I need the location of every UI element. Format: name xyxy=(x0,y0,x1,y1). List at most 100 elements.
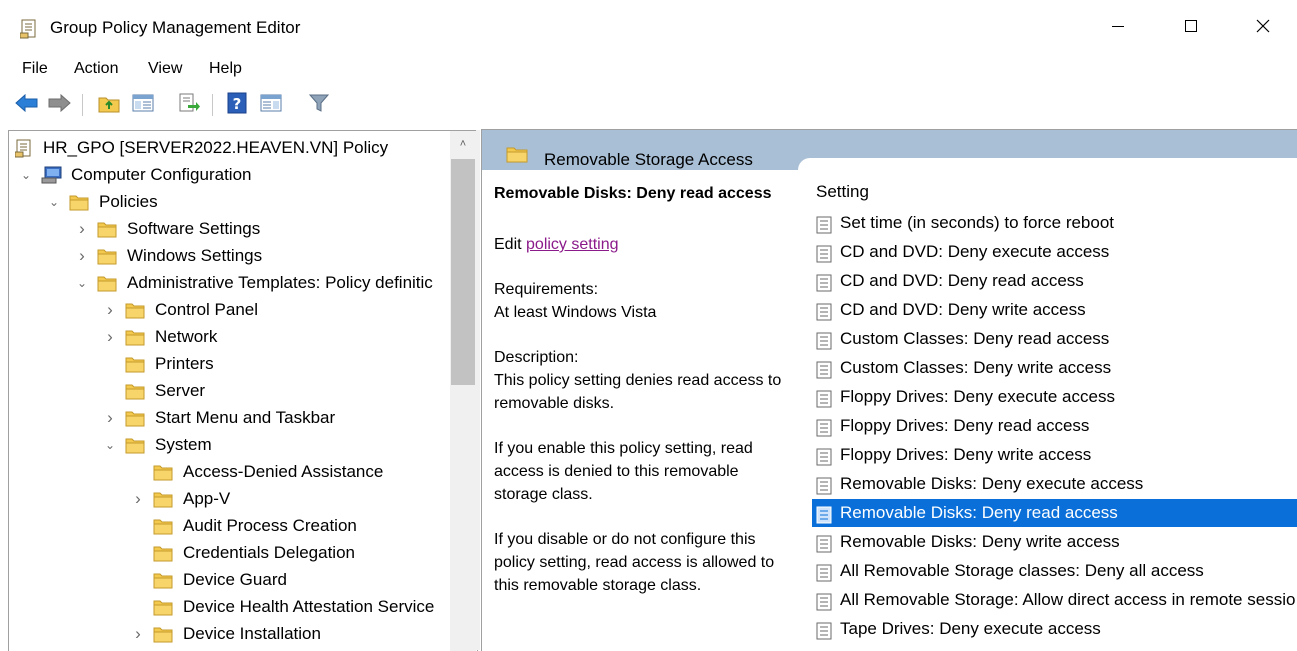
show-pane-button[interactable] xyxy=(258,92,284,118)
tree-item-label: Windows Settings xyxy=(127,246,263,265)
edit-prefix: Edit xyxy=(494,236,527,253)
setting-row[interactable]: Removable Disks: Deny execute access xyxy=(812,470,1297,498)
menu-action[interactable]: Action xyxy=(74,60,118,78)
setting-label: Floppy Drives: Deny execute access xyxy=(840,387,1115,406)
requirements-value: At least Windows Vista xyxy=(494,304,657,321)
minimize-button[interactable] xyxy=(1095,10,1141,46)
setting-label: Removable Disks: Deny read access xyxy=(840,503,1118,522)
disable-text: If you disable or do not configure this … xyxy=(494,531,775,594)
forward-button[interactable] xyxy=(46,92,72,118)
column-header-setting[interactable]: Setting xyxy=(816,182,869,202)
setting-row[interactable]: CD and DVD: Deny read access xyxy=(812,267,1297,295)
chevron-right-icon[interactable]: › xyxy=(103,405,117,431)
tree-item-label: Control Panel xyxy=(155,300,259,319)
enable-text: If you enable this policy setting, read … xyxy=(494,440,753,503)
close-icon xyxy=(1255,18,1271,39)
help-button[interactable]: ? xyxy=(224,92,250,118)
menu-help[interactable]: Help xyxy=(209,60,242,78)
chevron-down-icon[interactable]: ⌄ xyxy=(19,162,33,188)
tree-item-label: Policies xyxy=(99,192,158,211)
menu-bar: File Action View Help xyxy=(0,58,1297,84)
edit-policy-link[interactable]: policy setting xyxy=(526,236,619,253)
show-pane-icon xyxy=(260,93,282,118)
console-tree[interactable]: HR_GPO [SERVER2022.HEAVEN.VN] Policy ⌄ Com… xyxy=(8,130,478,651)
show-hide-tree-button[interactable] xyxy=(130,92,156,118)
tree-item-label: System xyxy=(155,435,212,454)
back-button[interactable] xyxy=(14,92,40,118)
tree-item-label: Device Health Attestation Service xyxy=(183,597,435,616)
setting-label: CD and DVD: Deny read access xyxy=(840,271,1084,290)
setting-row[interactable]: Removable Disks: Deny read access xyxy=(812,499,1297,527)
setting-row[interactable]: Tape Drives: Deny execute access xyxy=(812,615,1297,643)
tree-item-label: Administrative Templates: Policy definit… xyxy=(127,273,433,292)
setting-row[interactable]: CD and DVD: Deny write access xyxy=(812,296,1297,324)
setting-label: All Removable Storage classes: Deny all … xyxy=(840,561,1204,580)
scroll-up-button[interactable]: ˄ xyxy=(450,131,476,157)
setting-label: Floppy Drives: Deny read access xyxy=(840,416,1090,435)
tree-vertical-scrollbar[interactable]: ˄ xyxy=(450,131,476,651)
chevron-down-icon[interactable]: ⌄ xyxy=(47,189,61,215)
edit-line: Edit policy setting xyxy=(494,233,794,256)
setting-row[interactable]: Floppy Drives: Deny write access xyxy=(812,441,1297,469)
chevron-right-icon[interactable]: › xyxy=(103,297,117,323)
toolbar: ? xyxy=(0,88,1297,122)
tree-item-label: Device Installation xyxy=(183,624,321,643)
help-icon: ? xyxy=(227,92,247,119)
chevron-down-icon[interactable]: ⌄ xyxy=(75,270,89,296)
setting-label: Removable Disks: Deny execute access xyxy=(840,474,1144,493)
setting-label: Tape Drives: Deny execute access xyxy=(840,619,1101,638)
setting-row[interactable]: CD and DVD: Deny execute access xyxy=(812,238,1297,266)
scroll-thumb[interactable] xyxy=(451,159,475,385)
menu-view[interactable]: View xyxy=(148,60,182,78)
tree-item-label: Computer Configuration xyxy=(71,165,252,184)
title-bar[interactable]: Group Policy Management Editor xyxy=(0,0,1297,56)
folder-icon xyxy=(153,544,173,570)
setting-row[interactable]: Floppy Drives: Deny read access xyxy=(812,412,1297,440)
minimize-icon xyxy=(1111,19,1125,38)
chevron-right-icon[interactable]: › xyxy=(75,243,89,269)
folder-icon xyxy=(125,328,145,354)
setting-row[interactable]: Custom Classes: Deny read access xyxy=(812,325,1297,353)
folder-icon xyxy=(125,436,145,462)
header-notch xyxy=(798,158,1297,170)
chevron-right-icon[interactable]: › xyxy=(75,216,89,242)
forward-arrow-icon xyxy=(47,93,71,117)
tree-item-label: Access-Denied Assistance xyxy=(183,462,384,481)
tree-item-label: Printers xyxy=(155,354,214,373)
setting-row[interactable]: All Removable Storage classes: Deny all … xyxy=(812,557,1297,585)
chevron-right-icon[interactable]: › xyxy=(131,486,145,512)
setting-row[interactable]: Set time (in seconds) to force reboot xyxy=(812,209,1297,237)
tree-item-label: Start Menu and Taskbar xyxy=(155,408,336,427)
description-label: Description: xyxy=(494,349,579,366)
setting-row[interactable]: Custom Classes: Deny write access xyxy=(812,354,1297,382)
folder-icon xyxy=(153,598,173,624)
chevron-right-icon[interactable]: › xyxy=(131,621,145,647)
export-list-icon xyxy=(178,93,200,118)
setting-label: CD and DVD: Deny write access xyxy=(840,300,1086,319)
setting-row[interactable]: All Removable Storage: Allow direct acce… xyxy=(812,586,1297,614)
export-list-button[interactable] xyxy=(176,92,202,118)
pane-splitter[interactable] xyxy=(476,130,480,650)
up-level-button[interactable] xyxy=(96,92,122,118)
folder-icon xyxy=(125,355,145,381)
tree-item-label: Network xyxy=(155,327,218,346)
folder-icon xyxy=(506,145,528,168)
gpme-window: Group Policy Management Editor File Acti… xyxy=(0,0,1297,651)
folder-icon xyxy=(153,571,173,597)
chevron-down-icon[interactable]: ⌄ xyxy=(103,432,117,458)
menu-file[interactable]: File xyxy=(22,60,48,78)
setting-row[interactable]: Removable Disks: Deny write access xyxy=(812,528,1297,556)
folder-icon xyxy=(125,301,145,327)
chevron-right-icon[interactable]: › xyxy=(103,324,117,350)
back-arrow-icon xyxy=(15,93,39,117)
close-button[interactable] xyxy=(1240,10,1286,46)
folder-icon xyxy=(153,490,173,516)
setting-row[interactable]: Floppy Drives: Deny execute access xyxy=(812,383,1297,411)
setting-label: Floppy Drives: Deny write access xyxy=(840,445,1092,464)
setting-label: Custom Classes: Deny read access xyxy=(840,329,1110,348)
details-header: Removable Storage Access xyxy=(482,130,1297,170)
maximize-button[interactable] xyxy=(1168,10,1214,46)
tree-item-label: Software Settings xyxy=(127,219,261,238)
folder-icon xyxy=(125,409,145,435)
filter-button[interactable] xyxy=(306,92,332,118)
